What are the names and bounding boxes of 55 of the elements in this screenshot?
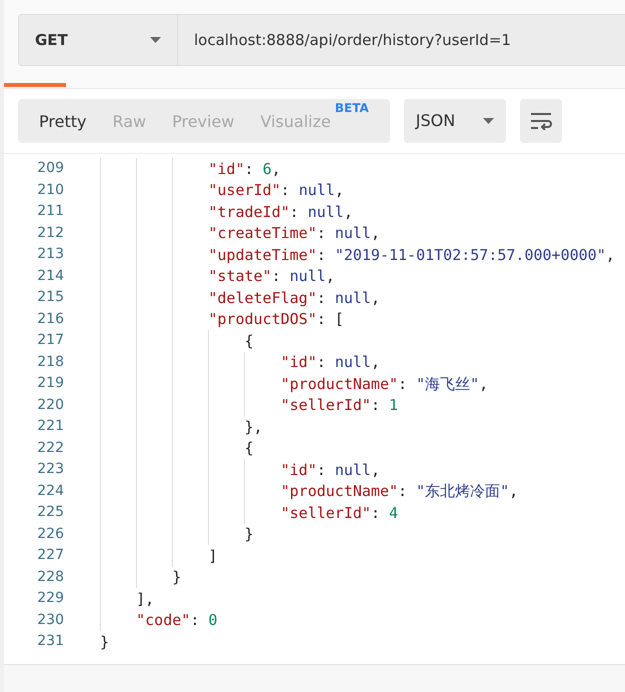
line-number: 221 xyxy=(36,417,64,436)
code-line: "createTime": null, xyxy=(207,223,380,244)
line-number: 223 xyxy=(36,460,64,480)
line-number: 219 xyxy=(36,374,64,394)
code-line: } xyxy=(100,632,110,652)
code-line: "id": null, xyxy=(280,352,380,373)
line-number: 230 xyxy=(36,610,64,630)
caret-icon xyxy=(150,37,161,43)
line-number: 231 xyxy=(36,632,64,652)
code-line: "deleteFlag": null, xyxy=(207,288,380,308)
line-number: 214 xyxy=(36,266,64,286)
line-number: 222 xyxy=(36,438,64,458)
wrap-lines-icon xyxy=(528,112,553,130)
line-number: 227 xyxy=(36,546,64,566)
code-line: "sellerId": 1 xyxy=(280,395,398,416)
url-field[interactable]: localhost:8888/api/order/history?userId=1 xyxy=(178,14,625,66)
line-number: 229 xyxy=(36,589,64,608)
code-line: "userId": null, xyxy=(207,180,344,201)
code-line: } xyxy=(171,567,182,588)
line-number: 213 xyxy=(36,245,64,264)
code-line: }, xyxy=(243,416,263,438)
line-number: 212 xyxy=(36,224,64,243)
code-line: "code": 0 xyxy=(135,610,218,631)
line-number: 216 xyxy=(36,310,64,329)
method-select[interactable]: GET xyxy=(18,14,178,66)
code-line: { xyxy=(243,438,254,459)
code-line: "tradeId": null, xyxy=(207,202,353,222)
code-line: ], xyxy=(135,588,154,610)
line-number: 226 xyxy=(36,524,64,544)
line-number: 224 xyxy=(36,482,64,501)
code-line: "updateTime": "2019-11-01T02:57:57.000+0000", xyxy=(207,244,615,266)
line-number: 209 xyxy=(36,159,64,178)
active-tab-indicator xyxy=(4,83,66,87)
line-number: 217 xyxy=(36,331,64,350)
line-number: 211 xyxy=(36,202,64,222)
caret-icon xyxy=(482,118,494,124)
line-number: 218 xyxy=(36,352,64,372)
line-number: 220 xyxy=(36,396,64,415)
code-line: "sellerId": 4 xyxy=(280,502,398,524)
line-number: 215 xyxy=(36,288,64,308)
code-line: "id": null, xyxy=(280,460,380,480)
code-line: } xyxy=(243,524,254,545)
line-number: 228 xyxy=(36,568,64,587)
view-tab[interactable]: Pretty xyxy=(26,99,100,143)
code-line: "id": 6, xyxy=(207,158,281,180)
code-line: ] xyxy=(207,546,218,566)
code-line: "state": null, xyxy=(207,266,335,287)
line-number: 210 xyxy=(36,180,64,200)
wrap-lines-button[interactable] xyxy=(520,99,562,143)
format-select[interactable]: JSON xyxy=(404,99,506,143)
code-line: { xyxy=(243,330,254,352)
line-number: 225 xyxy=(36,503,64,522)
code-line: "productName": "海飞丝", xyxy=(280,374,488,394)
code-line: "productDOS": [ xyxy=(207,309,344,330)
code-line: "productName": "东北烤冷面", xyxy=(280,481,518,502)
